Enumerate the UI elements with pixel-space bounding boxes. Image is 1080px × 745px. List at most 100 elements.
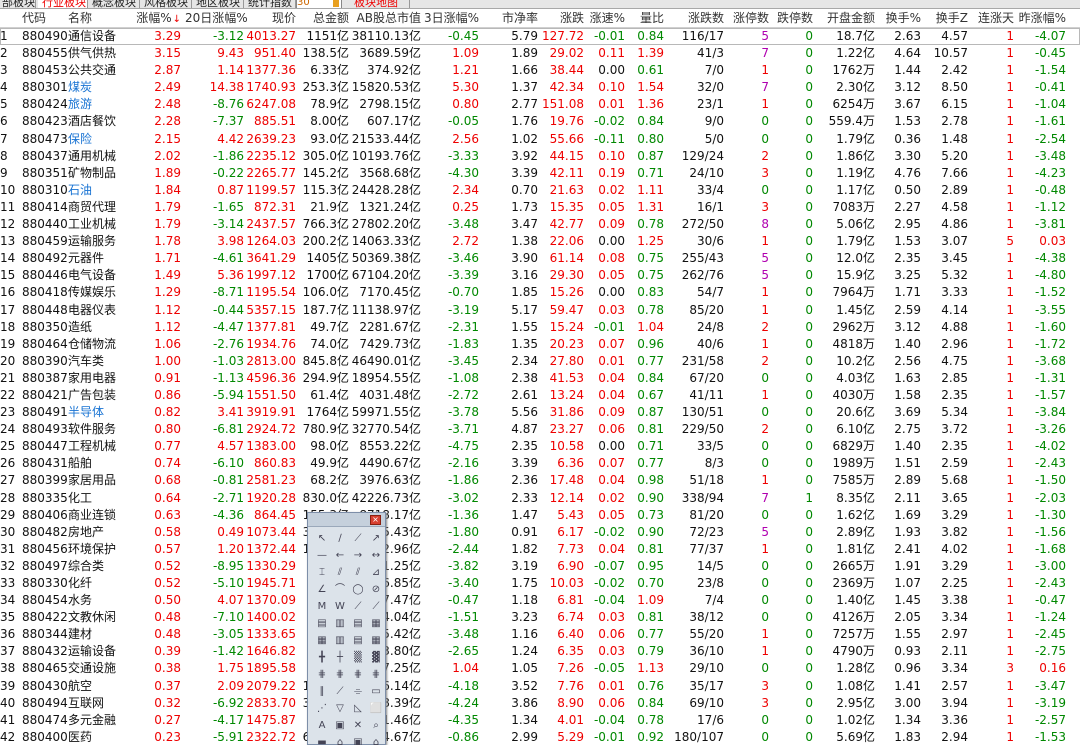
- draw-tool-39-icon[interactable]: ▭: [368, 684, 384, 700]
- draw-tool-51-icon[interactable]: ⌂: [368, 735, 384, 745]
- draw-tool-9-icon[interactable]: ⫽: [332, 565, 348, 581]
- table-row[interactable]: 5 880424 旅游 2.48 -8.76 6247.08 78.9亿 2798.15亿 0.…: [0, 96, 1080, 113]
- draw-tool-32-icon[interactable]: ⋕: [314, 667, 330, 683]
- tab-2[interactable]: 概念板块: [88, 0, 140, 8]
- col-header-price[interactable]: 现价: [246, 9, 296, 28]
- table-row[interactable]: 24 880493 软件服务 0.80 -6.81 2924.72 780.9亿 32770.…: [0, 421, 1080, 438]
- table-row[interactable]: 34880454水务0.504.071370.0927.2亿2237.47亿-0…: [0, 592, 1080, 609]
- col-header-turnover[interactable]: 换手%: [877, 9, 921, 28]
- col-header-change[interactable]: 涨跌: [540, 9, 584, 28]
- col-header-updown[interactable]: 涨跌数: [668, 9, 724, 28]
- draw-tool-30-icon[interactable]: ▒: [350, 650, 366, 666]
- draw-tool-34-icon[interactable]: ⋕: [350, 667, 366, 683]
- col-header-mcap[interactable]: AB股总市值: [351, 9, 421, 28]
- table-row[interactable]: 8 880437 通用机械 2.02 -1.86 2235.12 305.0亿 10193.7…: [0, 148, 1080, 165]
- table-row[interactable]: 42880400医药0.23-5.912322.72694.1亿58914.67…: [0, 729, 1080, 745]
- draw-tool-33-icon[interactable]: ⋕: [332, 667, 348, 683]
- draw-tool-25-icon[interactable]: ▥: [332, 633, 348, 649]
- col-header-turnoverz[interactable]: 换手Z: [923, 9, 968, 28]
- tab-4[interactable]: 地区板块: [192, 0, 244, 8]
- table-row[interactable]: 28 880335 化工 0.64 -2.71 1920.28 830.0亿 42226.73…: [0, 490, 1080, 507]
- draw-tool-48-icon[interactable]: ▬: [314, 735, 330, 745]
- draw-tool-26-icon[interactable]: ▤: [350, 633, 366, 649]
- draw-tool-31-icon[interactable]: ▓: [368, 650, 384, 666]
- draw-tool-29-icon[interactable]: ┼: [332, 650, 348, 666]
- table-row[interactable]: 6 880423 酒店餐饮 2.28 -7.37 885.51 8.00亿 607.17亿 -0…: [0, 113, 1080, 130]
- draw-tool-12-icon[interactable]: ∠: [314, 582, 330, 598]
- draw-tool-23-icon[interactable]: ▦: [368, 616, 384, 632]
- tab-period-input[interactable]: 30: [296, 0, 342, 8]
- tab-5[interactable]: 统计指数: [244, 0, 296, 8]
- draw-tool-18-icon[interactable]: ⟋: [350, 599, 366, 615]
- col-header-vr[interactable]: 量比: [627, 9, 664, 28]
- draw-tool-28-icon[interactable]: ╋: [314, 650, 330, 666]
- draw-tool-45-icon[interactable]: ▣: [332, 718, 348, 734]
- draw-tool-38-icon[interactable]: ⌯: [350, 684, 366, 700]
- table-row[interactable]: 4 880301 煤炭 2.49 14.38 1740.93 253.3亿 15820.53亿…: [0, 79, 1080, 96]
- col-header-limitdn[interactable]: 跌停数: [772, 9, 813, 28]
- draw-tool-37-icon[interactable]: ⟋: [332, 684, 348, 700]
- table-row[interactable]: 30880482房地产0.580.491073.44313.9亿20475.43…: [0, 524, 1080, 541]
- table-row[interactable]: 35880422文教休闲0.48-7.101400.0241.6亿1854.04…: [0, 609, 1080, 626]
- draw-tool-11-icon[interactable]: ⊿: [368, 565, 384, 581]
- draw-tool-49-icon[interactable]: ⌂: [332, 735, 348, 745]
- col-header-pb[interactable]: 市净率: [482, 9, 538, 28]
- col-header-speed[interactable]: 涨速%: [586, 9, 625, 28]
- table-row[interactable]: 21 880387 家用电器 0.91 -1.13 4596.36 294.9亿 18954.…: [0, 370, 1080, 387]
- toolbox-close-button[interactable]: ×: [370, 515, 381, 525]
- table-row[interactable]: 15 880446 电气设备 1.49 5.36 1997.12 1700亿 67104.20…: [0, 267, 1080, 284]
- table-row[interactable]: 2 880455 供气供热 3.15 9.43 951.40 138.5亿 3689.59亿 1…: [0, 45, 1080, 62]
- table-row[interactable]: 14 880492 元器件 1.71 -4.61 3641.29 1405亿 50369.38…: [0, 250, 1080, 267]
- table-row[interactable]: 10 880310 石油 1.84 0.87 1199.57 115.3亿 24428.28亿…: [0, 182, 1080, 199]
- table-row[interactable]: 29880406商业连锁0.63-4.36864.45155.3亿8718.17…: [0, 507, 1080, 524]
- table-row[interactable]: 23 880491 半导体 0.82 3.41 3919.91 1764亿 59971.55亿…: [0, 404, 1080, 421]
- table-row[interactable]: 39880430航空0.372.092079.22112.7亿9456.14亿-…: [0, 678, 1080, 695]
- table-row[interactable]: 27 880399 家居用品 0.68 -0.81 2581.23 68.2亿 3976.63…: [0, 472, 1080, 489]
- draw-tool-10-icon[interactable]: ⫽: [350, 565, 366, 581]
- draw-tool-24-icon[interactable]: ▦: [314, 633, 330, 649]
- draw-tool-2-icon[interactable]: ⟋: [350, 531, 366, 547]
- table-row[interactable]: 13 880459 运输服务 1.78 3.98 1264.03 200.2亿 14063.3…: [0, 233, 1080, 250]
- col-header-code[interactable]: 代码: [22, 9, 66, 28]
- table-row[interactable]: 38880465交通设施0.381.751895.5894.8亿9827.25亿…: [0, 660, 1080, 677]
- draw-tool-22-icon[interactable]: ▤: [350, 616, 366, 632]
- tab-3[interactable]: 风格板块: [140, 0, 192, 8]
- table-row[interactable]: 12 880440 工业机械 1.79 -3.14 2437.57 766.3亿 27802.…: [0, 216, 1080, 233]
- table-row[interactable]: 26 880431 船舶 0.74 -6.10 860.83 49.9亿 4490.67亿 -2…: [0, 455, 1080, 472]
- draw-tool-42-icon[interactable]: ◺: [350, 701, 366, 717]
- draw-tool-43-icon[interactable]: ⬜: [368, 701, 384, 717]
- table-row[interactable]: 9 880351 矿物制品 1.89 -0.22 2265.77 145.2亿 3568.68…: [0, 165, 1080, 182]
- table-row[interactable]: 18 880350 造纸 1.12 -4.47 1377.81 49.7亿 2281.67亿 -…: [0, 319, 1080, 336]
- col-header-idx[interactable]: [0, 9, 14, 28]
- table-row[interactable]: 41880474多元金融0.27-4.171475.8779.3亿8341.46…: [0, 712, 1080, 729]
- table-row[interactable]: 33880330化纤0.52-5.101945.7136.8亿2476.85亿-…: [0, 575, 1080, 592]
- table-row[interactable]: 32880497综合类0.52-8.951330.2944.6亿2071.25亿…: [0, 558, 1080, 575]
- draw-tool-41-icon[interactable]: ▽: [332, 701, 348, 717]
- table-row[interactable]: 25 880447 工程机械 0.77 4.57 1383.00 98.0亿 8553.22亿…: [0, 438, 1080, 455]
- draw-tool-14-icon[interactable]: ◯: [350, 582, 366, 598]
- table-row[interactable]: 20 880390 汽车类 1.00 -1.03 2813.00 845.8亿 46490.0…: [0, 353, 1080, 370]
- col-header-chg20[interactable]: 20日涨幅%: [185, 9, 248, 28]
- tab-0[interactable]: 部板块: [0, 0, 36, 8]
- col-header-chg3[interactable]: 3日涨幅%: [424, 9, 479, 28]
- table-row[interactable]: 1 880490 通信设备 3.29 -3.12 4013.27 1151亿 38110.13…: [0, 28, 1080, 46]
- col-header-limitup[interactable]: 涨停数: [730, 9, 769, 28]
- draw-tool-3-icon[interactable]: ↗: [368, 531, 384, 547]
- draw-tool-27-icon[interactable]: ▦: [368, 633, 384, 649]
- table-row[interactable]: 7 880473 保险 2.15 4.42 2639.23 93.0亿 21533.44亿 2.…: [0, 131, 1080, 148]
- draw-tool-20-icon[interactable]: ▤: [314, 616, 330, 632]
- draw-tool-40-icon[interactable]: ⋰: [314, 701, 330, 717]
- toolbox-titlebar[interactable]: ×: [308, 513, 385, 527]
- tab-6[interactable]: 板块地图: [350, 0, 410, 8]
- draw-tool-1-icon[interactable]: ∕: [332, 531, 348, 547]
- table-row[interactable]: 16 880418 传媒娱乐 1.29 -8.71 1195.54 106.0亿 7170.4…: [0, 284, 1080, 301]
- draw-tool-6-icon[interactable]: →: [350, 548, 366, 564]
- draw-tool-4-icon[interactable]: —: [314, 548, 330, 564]
- draw-tool-44-icon[interactable]: A: [314, 718, 330, 734]
- draw-tool-5-icon[interactable]: ←: [332, 548, 348, 564]
- col-header-name[interactable]: 名称: [68, 9, 130, 28]
- draw-tool-46-icon[interactable]: ✕: [350, 718, 366, 734]
- table-row[interactable]: 19 880464 仓储物流 1.06 -2.76 1934.76 74.0亿 7429.73…: [0, 336, 1080, 353]
- draw-tool-13-icon[interactable]: ⌒: [332, 582, 348, 598]
- col-header-prevchg[interactable]: 昨涨幅%: [1016, 9, 1066, 28]
